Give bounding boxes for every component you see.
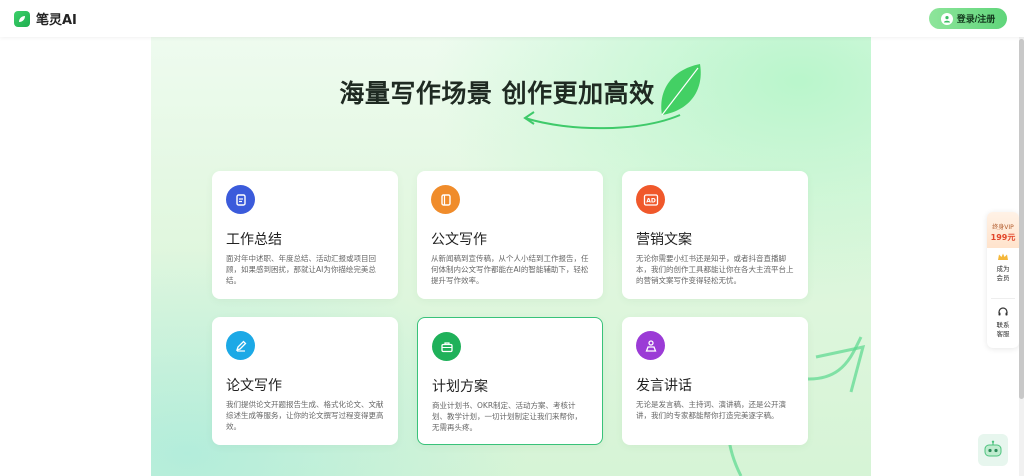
pen-icon (226, 331, 255, 360)
card-desc: 面对年中述职、年度总结、活动汇报或项目回顾，如果感到困扰，那就让AI为你描绘完美… (226, 254, 376, 285)
card-work-summary[interactable]: 工作总结 面对年中述职、年度总结、活动汇报或项目回顾，如果感到困扰，那就让AI为… (212, 171, 398, 299)
ad-icon: AD (636, 185, 665, 214)
robot-icon (984, 440, 1002, 457)
user-icon (940, 12, 953, 25)
card-official-writing[interactable]: 公文写作 从新闻稿到宣传稿，从个人小结到工作报告，任何体制内公文写作都能在AI的… (417, 171, 603, 299)
document-icon (226, 185, 255, 214)
card-title: 工作总结 (226, 232, 282, 248)
vip-label: 终身VIP (992, 224, 1014, 231)
right-floating-rail: 终身VIP 199元 成为 会员 联系 客服 (987, 212, 1019, 348)
logo-text: 笔灵AI (36, 13, 77, 28)
card-desc: 无论你需要小红书还是知乎，或者抖音直播脚本，我们的创作工具都能让你在各大主流平台… (636, 254, 794, 285)
headset-icon (998, 307, 1008, 316)
become-member-button[interactable]: 成为 会员 (987, 252, 1019, 283)
service-line1: 联系 (996, 321, 1010, 329)
lifetime-vip-button[interactable]: 终身VIP 199元 (987, 212, 1019, 248)
page-title: 海量写作场景 创作更加高效 (339, 79, 655, 108)
card-title: 论文写作 (226, 378, 282, 394)
vip-price: 199元 (990, 233, 1016, 242)
card-marketing-copy[interactable]: AD 营销文案 无论你需要小红书还是知乎，或者抖音直播脚本，我们的创作工具都能让… (622, 171, 808, 299)
login-label: 登录/注册 (956, 14, 996, 24)
card-thesis-writing[interactable]: 论文写作 我们提供论文开题报告生成、格式化论文、文献综述生成等服务，让你的论文撰… (212, 317, 398, 445)
card-desc: 我们提供论文开题报告生成、格式化论文、文献综述生成等服务，让你的论文撰写过程变得… (226, 400, 384, 431)
card-title: 公文写作 (431, 232, 487, 248)
contact-service-button[interactable]: 联系 客服 (987, 306, 1019, 339)
logo[interactable]: 笔灵AI (14, 9, 77, 28)
scrollbar-thumb[interactable] (1019, 39, 1024, 399)
service-line2: 客服 (996, 330, 1010, 338)
rail-divider (991, 298, 1015, 299)
leaf-logo-icon (14, 10, 30, 27)
card-desc: 无论是发言稿、主持词、演讲稿，还是公开演讲，我们的专家都能帮你打造完美逐字稿。 (636, 400, 786, 420)
speaker-podium-icon (636, 331, 665, 360)
briefcase-icon (432, 332, 461, 361)
ai-assistant-button[interactable] (978, 434, 1008, 466)
member-line2: 会员 (996, 274, 1010, 282)
card-desc: 从新闻稿到宣传稿，从个人小结到工作报告，任何体制内公文写作都能在AI的智能辅助下… (431, 254, 589, 285)
notebook-icon (431, 185, 460, 214)
page-scrollbar[interactable] (1019, 37, 1024, 476)
card-plan-proposal[interactable]: 计划方案 商业计划书、OKR制定、活动方案、考核计划、教学计划，一切计划制定让我… (417, 317, 603, 445)
top-header: 笔灵AI 登录/注册 (0, 0, 1024, 37)
svg-text:AD: AD (646, 197, 656, 204)
card-title: 计划方案 (432, 379, 488, 395)
card-title: 营销文案 (636, 232, 692, 248)
leaf-swoosh-icon (523, 64, 701, 130)
card-title: 发言讲话 (636, 378, 692, 394)
login-register-button[interactable]: 登录/注册 (929, 8, 1007, 29)
card-desc: 商业计划书、OKR制定、活动方案、考核计划、教学计划，一切计划制定让我们来帮你，… (432, 401, 582, 432)
card-speech[interactable]: 发言讲话 无论是发言稿、主持词、演讲稿，还是公开演讲，我们的专家都能帮你打造完美… (622, 317, 808, 445)
member-line1: 成为 (996, 265, 1010, 273)
crown-icon (998, 253, 1008, 260)
